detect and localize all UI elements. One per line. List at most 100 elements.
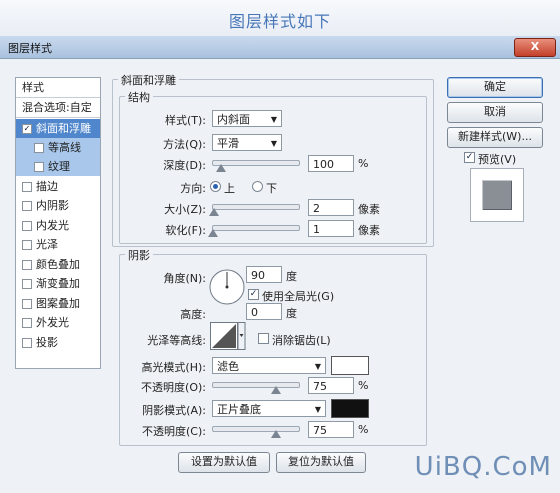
new-style-button[interactable]: 新建样式(W)... [447, 127, 543, 148]
style-label: 样式(T): [164, 114, 206, 127]
gloss-contour-label: 光泽等高线: [147, 334, 206, 347]
depth-slider-thumb[interactable] [216, 164, 226, 172]
style-item-outer-glow[interactable]: 外发光 [16, 313, 100, 332]
highlight-mode-label: 高光模式(H): [141, 361, 206, 374]
close-button[interactable]: X [514, 38, 556, 57]
style-item-bevel-emboss[interactable]: ✓ 斜面和浮雕 [16, 119, 100, 138]
bevel-emboss-title: 斜面和浮雕 [118, 72, 179, 88]
highlight-opacity-thumb[interactable] [271, 386, 281, 394]
style-item-drop-shadow[interactable]: 投影 [16, 333, 100, 352]
size-slider[interactable] [212, 204, 300, 210]
style-item-color-overlay[interactable]: 颜色叠加 [16, 255, 100, 274]
styles-list: 样式 混合选项:自定 ✓ 斜面和浮雕 等高线 纹理 描边 内阴影 内发光 光泽 颜… [15, 77, 101, 369]
altitude-unit: 度 [286, 307, 297, 320]
angle-label: 角度(N): [163, 272, 206, 285]
soften-slider-thumb[interactable] [208, 229, 218, 237]
global-light-checkbox[interactable]: ✓ [248, 289, 259, 300]
shadow-opacity-label: 不透明度(C): [142, 425, 206, 438]
checkbox-texture[interactable] [34, 162, 44, 172]
direction-up-radio[interactable] [210, 181, 221, 192]
soften-unit: 像素 [358, 224, 380, 237]
soften-slider[interactable] [212, 225, 300, 231]
preview-box [470, 168, 524, 222]
checkbox-color-overlay[interactable] [22, 260, 32, 270]
caption-text: 图层样式如下 [228, 12, 331, 31]
blending-options-item[interactable]: 混合选项:自定 [16, 98, 100, 118]
highlight-mode-select[interactable]: 滤色 ▼ [212, 357, 326, 374]
anti-aliased-label: 消除锯齿(L) [272, 334, 331, 347]
technique-label: 方法(Q): [163, 138, 206, 151]
angle-input[interactable]: 90 [246, 266, 282, 283]
shadow-color-swatch[interactable] [331, 399, 369, 418]
style-item-contour[interactable]: 等高线 [16, 138, 100, 157]
shadow-mode-select[interactable]: 正片叠底 ▼ [212, 400, 326, 417]
gloss-contour-picker[interactable] [210, 322, 246, 350]
styles-header[interactable]: 样式 [16, 78, 100, 98]
depth-label: 深度(D): [163, 159, 206, 172]
style-item-texture[interactable]: 纹理 [16, 157, 100, 176]
watermark-logo: UiBQ.CoM [414, 452, 552, 482]
style-item-satin[interactable]: 光泽 [16, 235, 100, 254]
preview-label: 预览(V) [478, 153, 517, 166]
preview-swatch [482, 180, 512, 210]
checkbox-inner-glow[interactable] [22, 221, 32, 231]
depth-input[interactable]: 100 [308, 155, 354, 172]
style-item-inner-glow[interactable]: 内发光 [16, 216, 100, 235]
size-slider-thumb[interactable] [209, 208, 219, 216]
angle-unit: 度 [286, 270, 297, 283]
chevron-down-icon: ▼ [314, 405, 321, 414]
angle-dial[interactable] [208, 268, 246, 306]
direction-down-radio[interactable] [252, 181, 263, 192]
checkbox-pattern-overlay[interactable] [22, 299, 32, 309]
checkbox-drop-shadow[interactable] [22, 338, 32, 348]
style-item-gradient-overlay[interactable]: 渐变叠加 [16, 274, 100, 293]
chevron-down-icon: ▼ [314, 362, 321, 371]
checkbox-outer-glow[interactable] [22, 318, 32, 328]
direction-label: 方向: [180, 182, 206, 195]
reset-default-button[interactable]: 复位为默认值 [276, 452, 366, 473]
direction-up-label: 上 [224, 182, 235, 195]
depth-unit: % [358, 157, 369, 170]
checkbox-satin[interactable] [22, 240, 32, 250]
cancel-button[interactable]: 取消 [447, 102, 543, 123]
anti-aliased-checkbox[interactable] [258, 333, 269, 344]
structure-title: 结构 [125, 89, 153, 105]
highlight-color-swatch[interactable] [331, 356, 369, 375]
altitude-label: 高度: [180, 308, 206, 321]
global-light-label: 使用全局光(G) [262, 290, 335, 303]
shading-title: 阴影 [125, 247, 153, 263]
size-unit: 像素 [358, 203, 380, 216]
size-label: 大小(Z): [164, 203, 206, 216]
checkbox-inner-shadow[interactable] [22, 201, 32, 211]
checkbox-stroke[interactable] [22, 182, 32, 192]
shadow-opacity-thumb[interactable] [271, 430, 281, 438]
shadow-opacity-input[interactable]: 75 [308, 421, 354, 438]
style-item-stroke[interactable]: 描边 [16, 177, 100, 196]
checkbox-contour[interactable] [34, 143, 44, 153]
dialog-titlebar[interactable] [0, 36, 560, 59]
highlight-opacity-label: 不透明度(O): [141, 381, 206, 394]
make-default-button[interactable]: 设置为默认值 [178, 452, 270, 473]
dialog-title: 图层样式 [8, 42, 52, 55]
highlight-opacity-unit: % [358, 379, 369, 392]
checkbox-bevel-emboss[interactable]: ✓ [22, 124, 32, 134]
preview-checkbox[interactable]: ✓ [464, 152, 475, 163]
highlight-opacity-input[interactable]: 75 [308, 377, 354, 394]
chevron-down-icon: ▼ [270, 139, 277, 148]
soften-label: 软化(F): [165, 224, 206, 237]
shadow-mode-label: 阴影模式(A): [142, 404, 206, 417]
chevron-down-icon: ▼ [270, 115, 277, 124]
ok-button[interactable]: 确定 [447, 77, 543, 98]
highlight-opacity-slider[interactable] [212, 382, 300, 388]
checkbox-gradient-overlay[interactable] [22, 279, 32, 289]
style-item-inner-shadow[interactable]: 内阴影 [16, 196, 100, 215]
altitude-input[interactable]: 0 [246, 303, 282, 320]
size-input[interactable]: 2 [308, 199, 354, 216]
style-select[interactable]: 内斜面 ▼ [212, 110, 282, 127]
direction-down-label: 下 [266, 182, 277, 195]
technique-select[interactable]: 平滑 ▼ [212, 134, 282, 151]
shadow-opacity-unit: % [358, 423, 369, 436]
shadow-opacity-slider[interactable] [212, 426, 300, 432]
soften-input[interactable]: 1 [308, 220, 354, 237]
style-item-pattern-overlay[interactable]: 图案叠加 [16, 294, 100, 313]
